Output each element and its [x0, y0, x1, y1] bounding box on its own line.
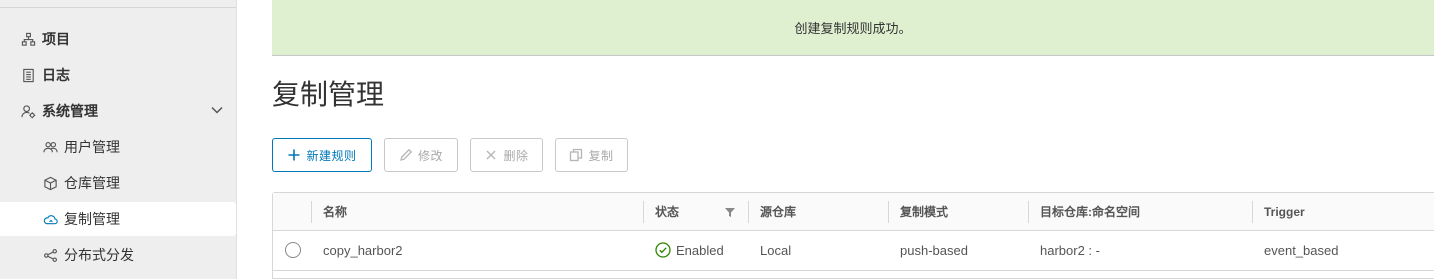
- row-divider: [273, 270, 1434, 271]
- project-icon: [20, 31, 36, 47]
- row-select-radio[interactable]: [285, 242, 301, 258]
- sidebar-item-system-admin[interactable]: 系统管理: [0, 94, 236, 128]
- plus-icon: [287, 148, 301, 162]
- sidebar-item-logs[interactable]: 日志: [0, 58, 236, 92]
- replication-rules-table: 名称 状态 源仓库 复制模式 目标仓库:命名空间 Trigger copy_ha…: [272, 192, 1434, 279]
- cell-trigger: event_based: [1264, 242, 1339, 258]
- close-icon: [484, 148, 498, 162]
- sidebar-item-projects[interactable]: 项目: [0, 22, 236, 56]
- sidebar-item-label: 复制管理: [64, 211, 120, 227]
- system-admin-icon: [20, 103, 36, 119]
- success-alert-banner: 创建复制规则成功。: [272, 0, 1434, 55]
- column-header-destination[interactable]: 目标仓库:命名空间: [1028, 193, 1252, 230]
- status-text: Enabled: [676, 242, 724, 258]
- share-icon: [42, 247, 58, 263]
- column-header-trigger[interactable]: Trigger: [1252, 193, 1434, 230]
- sidebar-item-label: 项目: [42, 31, 70, 47]
- sidebar-item-label: 分布式分发: [64, 247, 134, 263]
- chevron-down-icon[interactable]: [210, 103, 224, 117]
- users-icon: [42, 139, 58, 155]
- new-rule-label: 新建规则: [306, 148, 357, 163]
- cell-destination: harbor2 : -: [1040, 242, 1100, 258]
- sidebar-item-registries[interactable]: 仓库管理: [0, 166, 236, 200]
- sidebar-item-distribution[interactable]: 分布式分发: [0, 238, 236, 272]
- sidebar-divider: [0, 7, 236, 8]
- sidebar-item-label: 系统管理: [42, 103, 98, 119]
- copy-icon: [569, 148, 583, 162]
- copy-button[interactable]: 复制: [555, 138, 628, 172]
- column-header-mode[interactable]: 复制模式: [888, 193, 1028, 230]
- cell-name[interactable]: copy_harbor2: [311, 230, 643, 270]
- new-rule-button[interactable]: 新建规则: [272, 138, 372, 172]
- registry-box-icon: [42, 175, 58, 191]
- cell-mode: push-based: [900, 242, 968, 258]
- column-header-source[interactable]: 源仓库: [748, 193, 888, 230]
- sidebar-item-replications[interactable]: 复制管理: [0, 202, 236, 236]
- check-circle-icon: [655, 242, 671, 258]
- sidebar-item-label: 日志: [42, 67, 70, 83]
- copy-label: 复制: [588, 148, 614, 163]
- column-label: 目标仓库:命名空间: [1040, 205, 1140, 219]
- cell-status: Enabled: [643, 230, 748, 270]
- filter-icon[interactable]: [724, 206, 736, 218]
- column-label: 状态: [655, 205, 680, 219]
- cloud-replication-icon: [42, 211, 58, 227]
- banner-divider: [272, 55, 1434, 56]
- column-header-name[interactable]: 名称: [311, 193, 643, 230]
- column-label: 复制模式: [900, 205, 949, 219]
- sidebar-item-label: 用户管理: [64, 139, 120, 155]
- column-label: Trigger: [1264, 204, 1305, 219]
- edit-button[interactable]: 修改: [384, 138, 458, 172]
- pencil-icon: [399, 148, 413, 162]
- table-header: 名称 状态 源仓库 复制模式 目标仓库:命名空间 Trigger: [273, 193, 1434, 231]
- column-label: 名称: [323, 205, 348, 219]
- edit-label: 修改: [417, 148, 443, 163]
- log-icon: [20, 67, 36, 83]
- sidebar-item-users[interactable]: 用户管理: [0, 130, 236, 164]
- alert-message: 创建复制规则成功。: [794, 21, 912, 36]
- cell-source: Local: [760, 242, 792, 258]
- sidebar-item-label: 仓库管理: [64, 175, 120, 191]
- page-title: 复制管理: [272, 78, 385, 111]
- delete-label: 删除: [503, 148, 529, 163]
- sidebar: 项目 日志 系统管理 用户管理 仓库管理 复制管理 分布式分发: [0, 0, 237, 279]
- column-label: 源仓库: [760, 205, 797, 219]
- column-header-status[interactable]: 状态: [643, 193, 748, 230]
- delete-button[interactable]: 删除: [470, 138, 543, 172]
